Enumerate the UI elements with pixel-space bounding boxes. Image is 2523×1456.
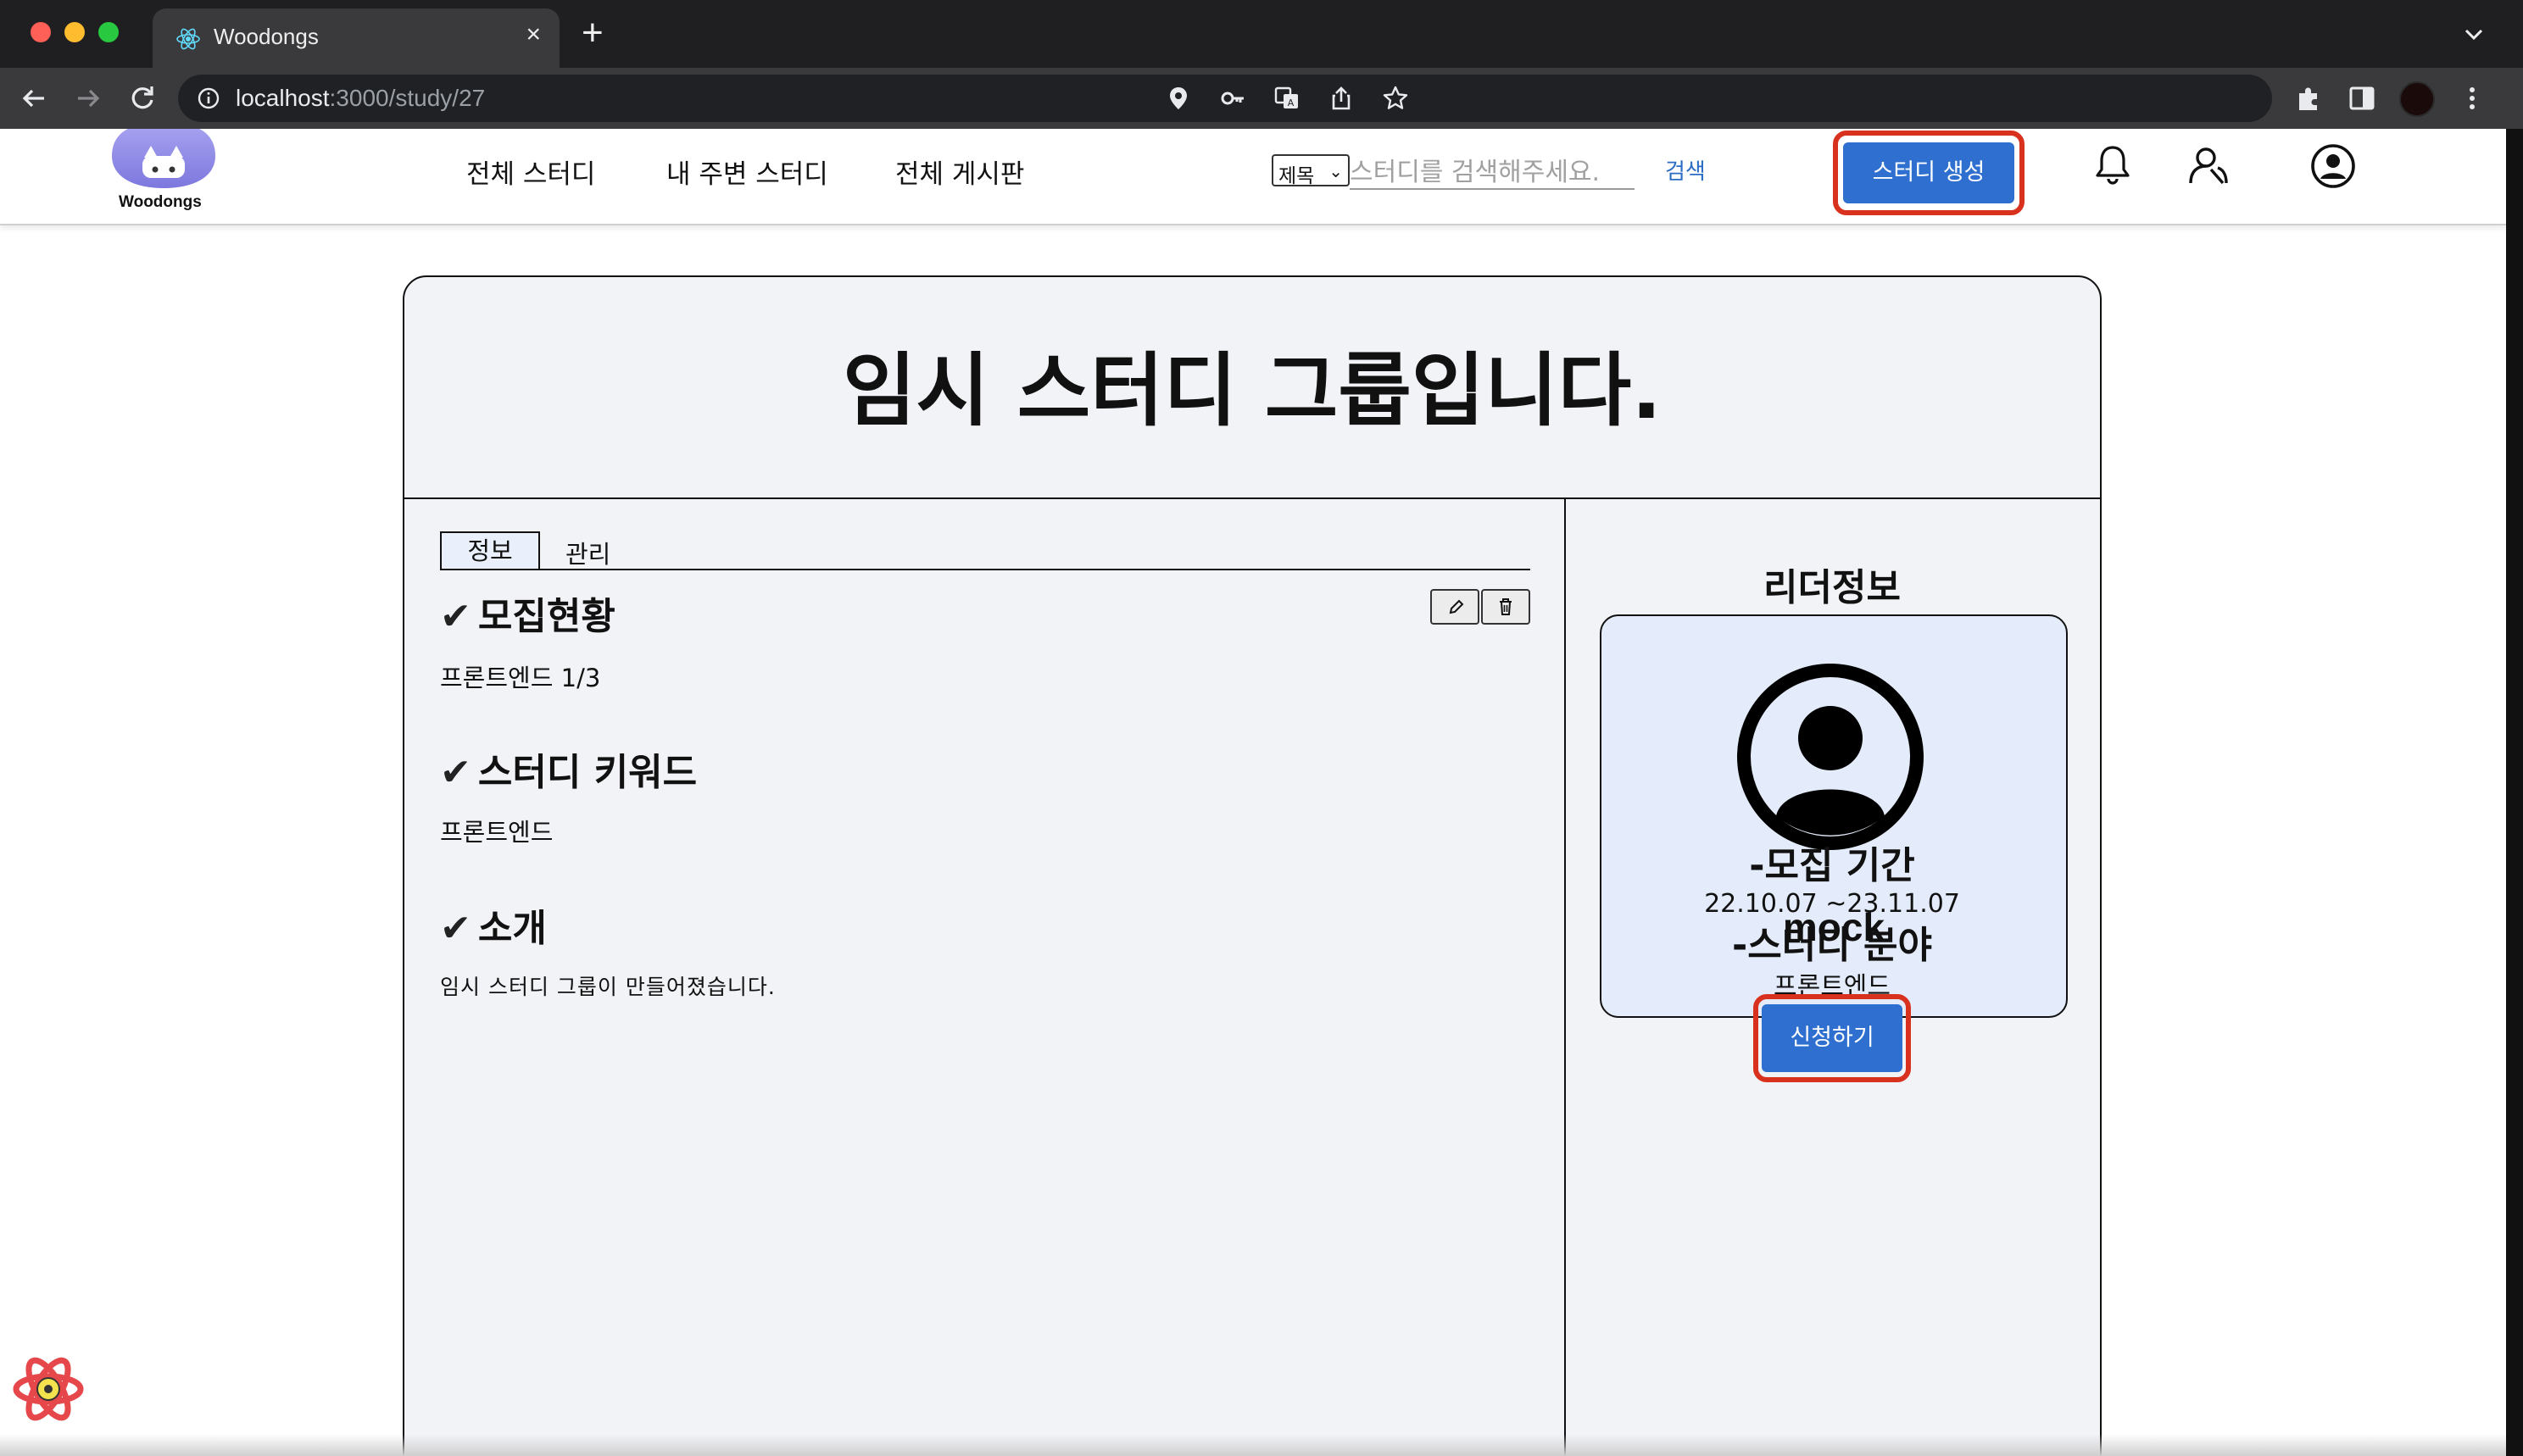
address-bar[interactable]: localhost:3000/study/27 A (178, 75, 2272, 122)
tab-info[interactable]: 정보 (440, 531, 540, 570)
recruit-period-heading: -모집 기간 (1749, 844, 1915, 887)
bookmark-star-icon[interactable] (1382, 85, 1409, 112)
chevron-down-icon: ⌄ (1328, 161, 1343, 181)
nav-all-studies[interactable]: 전체 스터디 (466, 153, 595, 191)
location-pin-icon[interactable] (1165, 85, 1192, 112)
recruitment-status: 프론트엔드 1/3 (440, 664, 601, 692)
site-info-icon[interactable] (197, 86, 220, 110)
leader-info-heading: 리더정보 (1763, 566, 1901, 609)
tab-manage[interactable]: 관리 (565, 535, 610, 570)
nav-all-boards[interactable]: 전체 게시판 (895, 153, 1024, 191)
tab-title: Woodongs (214, 24, 319, 49)
pencil-icon (1449, 599, 1464, 614)
account-circle-icon[interactable] (2308, 141, 2359, 192)
url-text: localhost:3000/study/27 (236, 85, 486, 111)
study-detail-card: 임시 스터디 그룹입니다. 정보 관리 ✔ 모집현황 프론트엔드 1/3 ✔ 스터디… (403, 275, 2102, 1456)
nav-nearby-studies[interactable]: 내 주변 스터디 (666, 153, 828, 191)
react-favicon-icon (176, 28, 200, 50)
tab-close-icon[interactable]: × (526, 20, 541, 49)
window-edge (2506, 129, 2523, 1456)
search-type-select[interactable]: 제목 ⌄ (1272, 154, 1350, 187)
key-icon[interactable] (1219, 85, 1246, 112)
web-page: Woodongs 전체 스터디 내 주변 스터디 전체 게시판 제목 ⌄ 스터디… (0, 129, 2506, 1456)
study-field-heading: -스터디 분야 (1732, 924, 1932, 967)
bell-icon[interactable] (2087, 141, 2138, 192)
browser-toolbar: localhost:3000/study/27 A (0, 68, 2523, 129)
section-heading-recruitment: ✔ 모집현황 (440, 595, 615, 638)
new-tab-button[interactable]: + (582, 12, 604, 54)
section-heading-keywords: ✔ 스터디 키워드 (440, 751, 698, 794)
side-panel-icon[interactable] (2347, 83, 2377, 114)
back-arrow-icon[interactable] (15, 80, 53, 117)
delete-button[interactable] (1481, 589, 1530, 625)
browser-profile-avatar[interactable] (2399, 81, 2435, 117)
search-input[interactable]: 스터디를 검색해주세요. (1350, 147, 1635, 190)
svg-text:A: A (1288, 97, 1295, 108)
logo-text: Woodongs (119, 193, 202, 211)
bottom-shadow (0, 1434, 2506, 1456)
study-title-section: 임시 스터디 그룹입니다. (404, 277, 2100, 499)
react-devtools-icon[interactable] (12, 1353, 85, 1425)
avatar-icon (1737, 664, 1924, 850)
apply-button[interactable]: 신청하기 (1762, 1004, 1902, 1072)
study-intro: 임시 스터디 그룹이 만들어졌습니다. (440, 975, 776, 999)
extensions-puzzle-icon[interactable] (2294, 83, 2325, 114)
minimize-window-button[interactable] (64, 22, 85, 42)
browser-tab[interactable]: Woodongs × (153, 8, 560, 68)
check-icon: ✔ (440, 595, 471, 638)
browser-titlebar: Woodongs × + (0, 0, 2523, 68)
maximize-window-button[interactable] (98, 22, 119, 42)
translate-icon[interactable]: A (1273, 85, 1300, 112)
trash-icon (1500, 598, 1512, 615)
search-button[interactable]: 검색 (1665, 154, 1706, 186)
study-keywords: 프론트엔드 (440, 818, 554, 847)
check-icon: ✔ (440, 751, 471, 794)
check-icon: ✔ (440, 907, 471, 950)
user-search-icon[interactable] (2184, 141, 2235, 192)
close-window-button[interactable] (31, 22, 51, 42)
edit-button[interactable] (1430, 589, 1479, 625)
tab-search-chevron-icon[interactable] (2459, 19, 2489, 49)
site-header: Woodongs 전체 스터디 내 주변 스터디 전체 게시판 제목 ⌄ 스터디… (0, 129, 2506, 225)
reload-icon[interactable] (124, 80, 161, 117)
forward-arrow-icon[interactable] (70, 80, 107, 117)
more-menu-icon[interactable] (2457, 83, 2487, 114)
share-icon[interactable] (1328, 85, 1355, 112)
create-study-button[interactable]: 스터디 생성 (1843, 142, 2014, 203)
tabs-underline (440, 569, 1530, 570)
section-heading-intro: ✔ 소개 (440, 907, 547, 950)
study-title: 임시 스터디 그룹입니다. (843, 345, 1662, 437)
